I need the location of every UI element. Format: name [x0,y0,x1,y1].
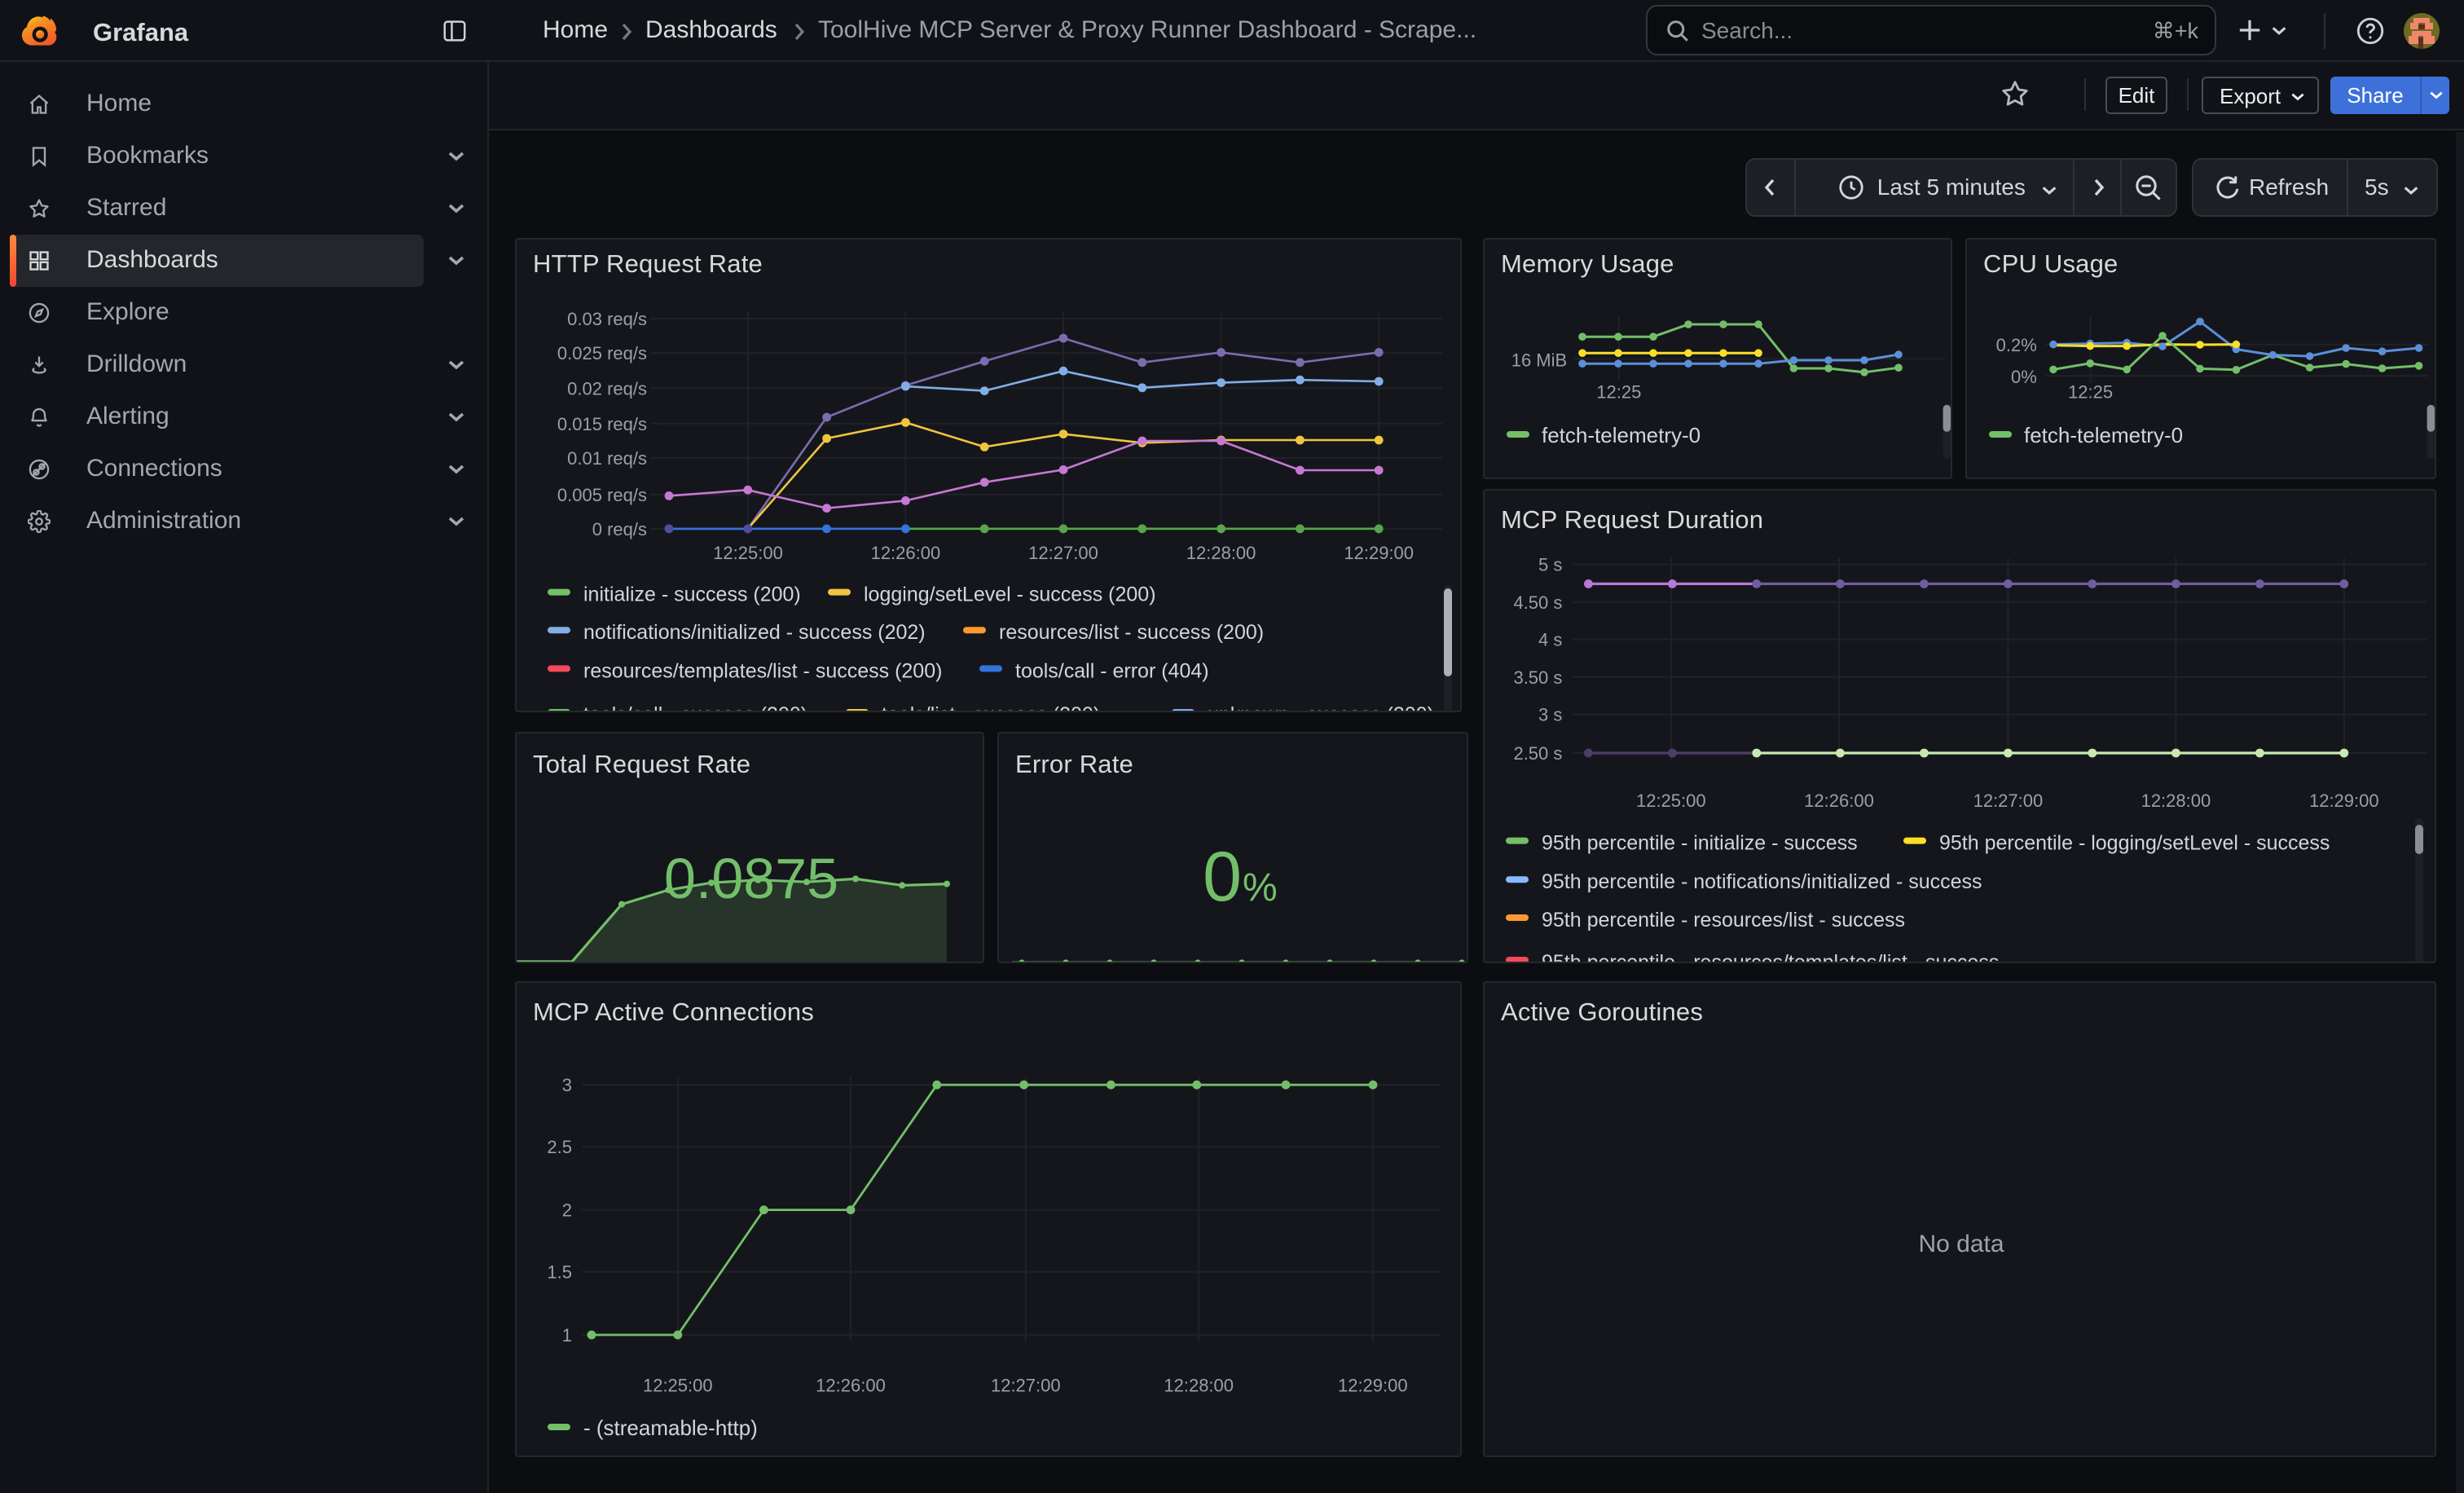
svg-text:95th percentile - resources/te: 95th percentile - resources/templates/li… [1542,951,1999,963]
svg-text:95th percentile - notification: 95th percentile - notifications/initiali… [1542,870,1982,893]
svg-text:tools/call - error (404): tools/call - error (404) [1015,659,1209,682]
svg-text:tools/call - success (200): tools/call - success (200) [583,703,807,712]
svg-text:3 s: 3 s [1538,705,1562,725]
svg-text:0 req/s: 0 req/s [592,519,647,540]
svg-text:4 s: 4 s [1538,630,1562,650]
svg-text:unknown - success (200): unknown - success (200) [1208,703,1434,712]
svg-text:3: 3 [562,1075,572,1095]
svg-text:12:27:00: 12:27:00 [991,1375,1061,1395]
svg-text:0%: 0% [2011,367,2037,387]
svg-text:logging/setLevel - success (20: logging/setLevel - success (200) [864,584,1156,606]
svg-text:1: 1 [562,1325,572,1345]
svg-text:12:26:00: 12:26:00 [816,1375,886,1395]
svg-text:1.5: 1.5 [547,1262,572,1283]
svg-text:resources/templates/list - suc: resources/templates/list - success (200) [583,659,942,682]
svg-text:initialize - success (200): initialize - success (200) [583,584,801,606]
svg-text:12:29:00: 12:29:00 [1344,543,1414,563]
svg-text:0.03 req/s: 0.03 req/s [567,309,647,329]
svg-text:fetch-telemetry-0: fetch-telemetry-0 [1542,423,1701,447]
svg-text:0.01 req/s: 0.01 req/s [567,448,647,469]
svg-text:resources/list - success (200): resources/list - success (200) [999,621,1264,644]
svg-text:95th percentile - logging/setL: 95th percentile - logging/setLevel - suc… [1939,832,2330,855]
svg-text:fetch-telemetry-0: fetch-telemetry-0 [2024,423,2183,447]
svg-text:12:26:00: 12:26:00 [1804,791,1874,811]
svg-text:12:25:00: 12:25:00 [643,1375,713,1395]
svg-text:12:27:00: 12:27:00 [1973,791,2044,811]
svg-text:12:28:00: 12:28:00 [1164,1375,1234,1395]
svg-text:0: 0 [1203,838,1242,916]
svg-text:12:28:00: 12:28:00 [2141,791,2211,811]
svg-text:2: 2 [562,1200,572,1221]
svg-text:95th percentile - resources/li: 95th percentile - resources/list - succe… [1542,909,1905,931]
svg-text:16 MiB: 16 MiB [1511,350,1567,370]
svg-text:0.015 req/s: 0.015 req/s [557,414,647,434]
svg-text:0.02 req/s: 0.02 req/s [567,378,647,399]
svg-text:12:26:00: 12:26:00 [871,543,941,563]
svg-text:0.2%: 0.2% [1996,335,2037,355]
svg-text:0.005 req/s: 0.005 req/s [557,485,647,505]
svg-text:5 s: 5 s [1538,555,1562,575]
svg-text:95th percentile - initialize -: 95th percentile - initialize - success [1542,832,1858,855]
svg-text:3.50 s: 3.50 s [1513,667,1562,688]
svg-text:0.025 req/s: 0.025 req/s [557,343,647,363]
svg-text:tools/list - success (200): tools/list - success (200) [882,703,1100,712]
svg-text:2.50 s: 2.50 s [1513,743,1562,764]
svg-text:12:25:00: 12:25:00 [1636,791,1706,811]
svg-text:12:25:00: 12:25:00 [713,543,783,563]
svg-text:12:27:00: 12:27:00 [1028,543,1098,563]
svg-text:2.5: 2.5 [547,1137,572,1157]
svg-text:12:29:00: 12:29:00 [1338,1375,1408,1395]
svg-text:- (streamable-http): - (streamable-http) [583,1416,758,1440]
svg-text:0.0875: 0.0875 [664,847,838,910]
svg-text:notifications/initialized - su: notifications/initialized - success (202… [583,621,926,644]
svg-text:12:25: 12:25 [1596,381,1641,402]
svg-text:12:29:00: 12:29:00 [2309,791,2379,811]
svg-text:12:25: 12:25 [2068,381,2113,402]
svg-text:%: % [1243,866,1278,909]
svg-text:12:28:00: 12:28:00 [1186,543,1256,563]
svg-text:4.50 s: 4.50 s [1513,592,1562,613]
